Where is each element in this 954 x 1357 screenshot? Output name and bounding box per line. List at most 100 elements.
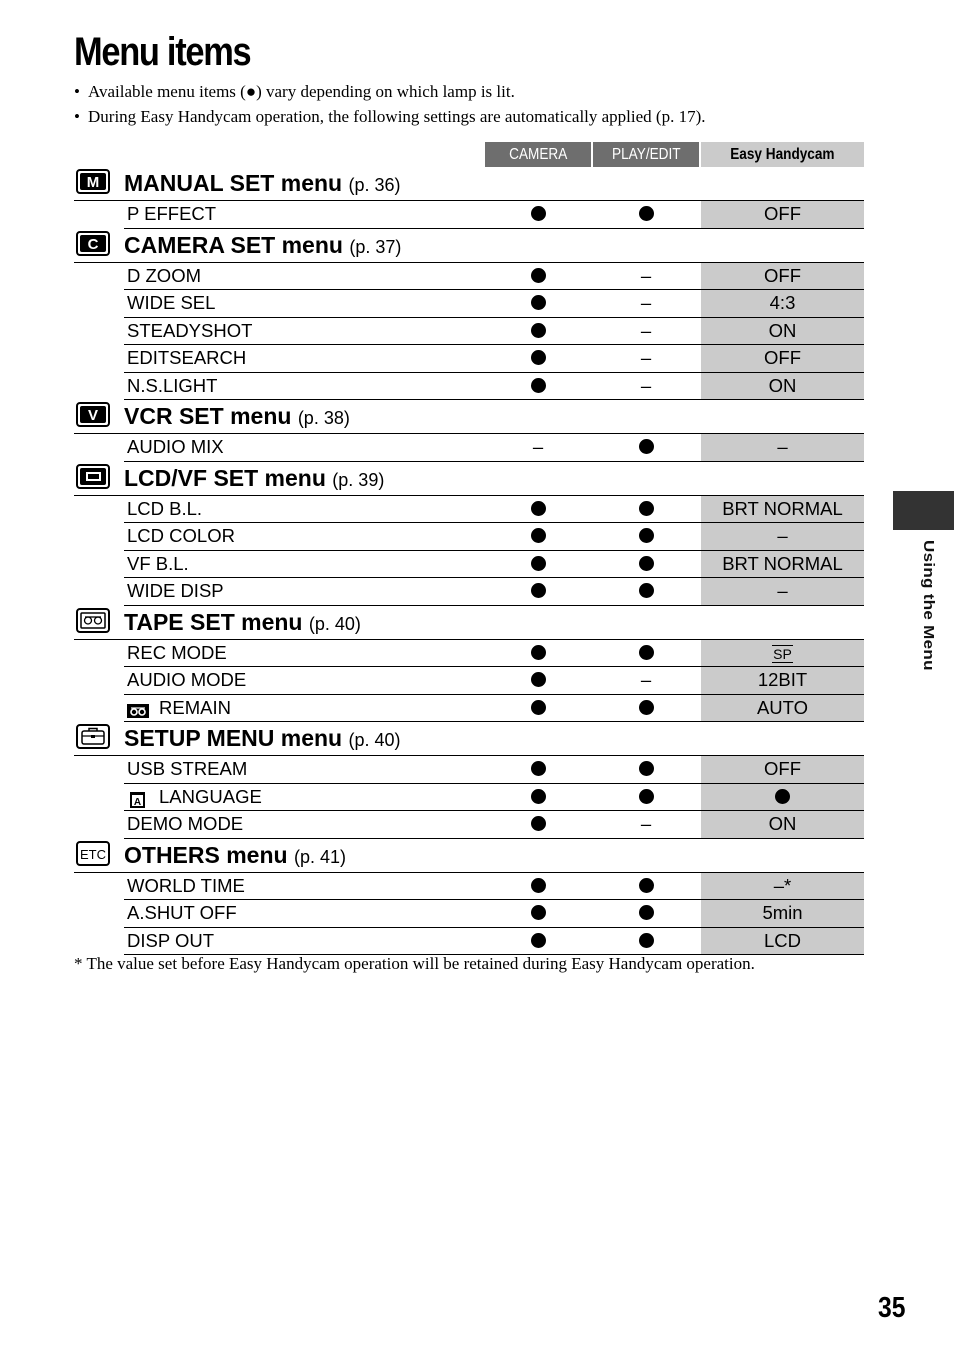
available-dot — [638, 699, 654, 715]
menu-section-name: OTHERS menu — [124, 841, 288, 868]
available-dot — [638, 877, 654, 893]
table-header: CAMERA PLAY/EDIT Easy Handycam — [74, 142, 864, 167]
easy-handycam-cell: LCD — [701, 927, 864, 954]
table-row: LCD B.L. BRT NORMAL — [124, 495, 864, 523]
available-dot — [530, 555, 546, 571]
available-dot — [530, 583, 546, 599]
play-edit-cell — [593, 784, 699, 811]
cell-value: – — [777, 436, 788, 457]
easy-handycam-cell: OFF — [701, 262, 864, 289]
available-dot — [530, 295, 546, 311]
table-row: WIDE DISP – — [124, 578, 864, 606]
table-row: EDITSEARCH – OFF — [124, 345, 864, 373]
menu-section-page-ref: (p. 40) — [308, 613, 361, 634]
bullet-text: During Easy Handycam operation, the foll… — [88, 107, 706, 126]
menu-section-header: TAPE SET menu (p. 40) — [74, 606, 864, 640]
menu-section-title: MANUAL SET menu (p. 36) — [124, 169, 401, 199]
menu-section-page-ref: (p. 38) — [297, 408, 350, 428]
available-dot — [530, 761, 546, 777]
cell-value: OFF — [764, 347, 801, 368]
camera-cell: – — [485, 434, 591, 461]
setup-menu-icon — [76, 724, 110, 749]
language-icon: A — [127, 789, 149, 808]
available-dot — [530, 528, 546, 544]
menu-items-table: CAMERA PLAY/EDIT Easy Handycam M MANUAL S… — [74, 142, 864, 955]
table-row: P EFFECT OFF — [124, 201, 864, 229]
cell-value: ON — [768, 813, 797, 834]
menu-section-header: LCD/VF SET menu (p. 39) — [74, 462, 864, 496]
camera-cell — [485, 578, 591, 605]
table-body: M MANUAL SET menu (p. 36) P EFFECT OFF C CAME… — [74, 167, 864, 955]
menu-section-page-ref: (p. 41) — [293, 846, 346, 867]
menu-item-label: EDITSEARCH — [127, 347, 247, 368]
svg-text:V: V — [88, 407, 98, 424]
camera-cell — [485, 345, 591, 372]
cell-value: ON — [768, 319, 797, 341]
table-row: WORLD TIME –* — [124, 872, 864, 900]
cell-value: – — [777, 580, 788, 601]
menu-item-label: REMAIN — [127, 695, 231, 721]
menu-section-header: M MANUAL SET menu (p. 36) — [74, 167, 864, 201]
camera-cell — [485, 928, 591, 955]
manual-set-icon: M — [76, 169, 110, 194]
available-dot — [638, 555, 654, 571]
table-row: D ZOOM – OFF — [124, 262, 864, 290]
play-edit-cell — [593, 900, 699, 927]
menu-section-title: OTHERS menu (p. 41) — [124, 841, 346, 871]
cell-value: – — [640, 669, 652, 690]
available-dot — [530, 788, 546, 804]
available-dot — [638, 439, 654, 455]
menu-item-label: STEADYSHOT — [127, 319, 253, 341]
play-edit-cell: – — [593, 667, 699, 694]
play-edit-cell: – — [593, 290, 699, 317]
bullet-text: Available menu items (●) vary depending … — [88, 82, 515, 101]
easy-handycam-cell: 12BIT — [701, 667, 864, 694]
cell-value: – — [640, 292, 652, 313]
cell-value: OFF — [764, 758, 801, 779]
menu-section-header: ETC OTHERS menu (p. 41) — [74, 839, 864, 873]
column-header-camera: CAMERA — [485, 142, 591, 167]
camera-cell — [485, 667, 591, 694]
available-dot — [530, 932, 546, 948]
page-title: Menu items — [74, 30, 252, 74]
column-header-play-edit: PLAY/EDIT — [593, 142, 699, 167]
easy-handycam-cell: ON — [701, 317, 864, 344]
menu-section-title: TAPE SET menu (p. 40) — [124, 608, 361, 638]
menu-item-label: LCD COLOR — [127, 525, 235, 546]
available-dot — [638, 583, 654, 599]
easy-handycam-cell: AUTO — [701, 694, 864, 721]
sp-mode-value: SP — [772, 644, 793, 663]
available-dot — [530, 206, 546, 222]
easy-handycam-cell: – — [701, 523, 864, 550]
cell-value: – — [640, 813, 652, 834]
svg-text:A: A — [134, 797, 141, 808]
available-dot — [530, 377, 546, 393]
available-dot — [530, 350, 546, 366]
lcd-vf-set-icon — [76, 463, 110, 489]
menu-item-label: WORLD TIME — [127, 874, 245, 896]
camera-cell — [485, 756, 591, 783]
svg-text:C: C — [88, 236, 99, 253]
menu-section-name: VCR SET menu — [124, 403, 292, 429]
available-dot — [530, 267, 546, 283]
available-dot — [530, 699, 546, 715]
available-dot — [530, 500, 546, 516]
easy-handycam-cell: BRT NORMAL — [701, 550, 864, 577]
easy-handycam-cell: – — [701, 578, 864, 605]
play-edit-cell: – — [593, 263, 699, 290]
camera-cell — [485, 373, 591, 400]
camera-cell — [485, 551, 591, 578]
bullet-dot: • — [74, 107, 80, 126]
menu-section-title: SETUP MENU menu (p. 40) — [124, 724, 401, 754]
table-row: DEMO MODE – ON — [124, 811, 864, 839]
table-row: AUDIO MODE – 12BIT — [124, 667, 864, 695]
menu-section-page-ref: (p. 40) — [348, 730, 401, 750]
menu-section-page-ref: (p. 39) — [332, 469, 385, 490]
play-edit-cell: – — [593, 373, 699, 400]
camera-cell — [485, 784, 591, 811]
available-dot — [638, 905, 654, 921]
table-row: A.SHUT OFF 5min — [124, 900, 864, 928]
menu-item-label: A.SHUT OFF — [127, 902, 237, 923]
play-edit-cell — [593, 201, 699, 228]
easy-handycam-cell: –* — [701, 872, 864, 899]
